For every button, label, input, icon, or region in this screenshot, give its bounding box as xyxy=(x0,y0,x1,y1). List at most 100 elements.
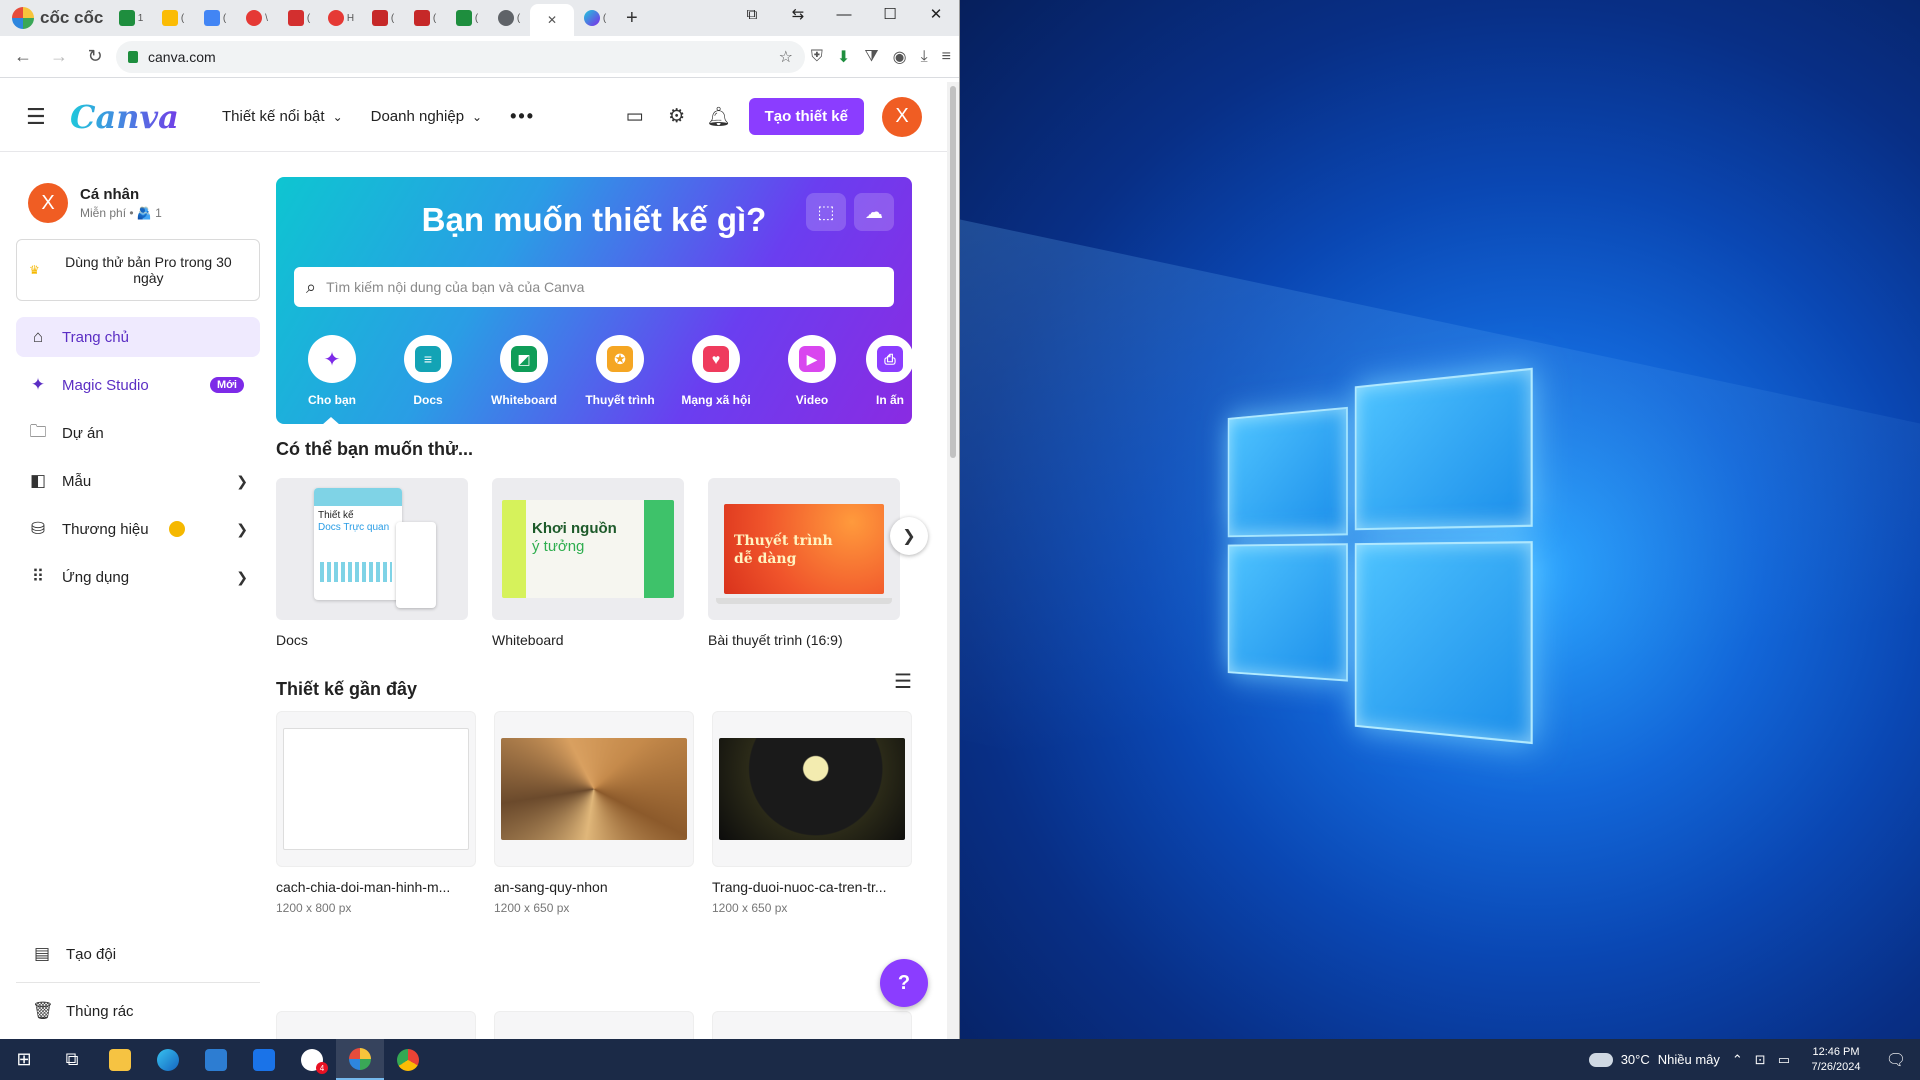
category-circle: ▶ xyxy=(788,335,836,383)
start-windows-icon[interactable]: ⊞ xyxy=(0,1039,48,1080)
menu-icon[interactable]: ≡ xyxy=(942,48,951,66)
category-presentation[interactable]: ✪ Thuyết trình xyxy=(572,335,668,407)
store-icon[interactable] xyxy=(192,1039,240,1080)
suggest-card-whiteboard[interactable]: Khơi nguồn ý tưởng Whiteboard xyxy=(492,478,684,648)
weather-temp: 30°C xyxy=(1621,1052,1650,1067)
clock[interactable]: 12:46 PM 7/26/2024 xyxy=(1802,1045,1870,1075)
browser-tab-active[interactable]: ✕ xyxy=(530,4,574,36)
suggest-card-docs[interactable]: Thiết kế Docs Trực quan Docs xyxy=(276,478,468,648)
nav-featured[interactable]: Thiết kế nổi bật ⌄ xyxy=(222,108,343,125)
browser-tab[interactable]: ( xyxy=(446,5,488,31)
desktop-app-icon[interactable]: ▭ xyxy=(623,105,647,129)
url-field[interactable]: canva.com ☆ xyxy=(116,41,805,73)
sidebar-item-projects[interactable]: 🗀 Dự án xyxy=(16,413,260,453)
sheets-icon xyxy=(119,10,135,26)
recent-design-card-partial[interactable] xyxy=(494,1011,694,1039)
sidebar-item-apps[interactable]: ⠿ Ứng dụng ❯ xyxy=(16,557,260,597)
sidebar-item-magic-studio[interactable]: ✦ Magic Studio Mới xyxy=(16,365,260,405)
pro-trial-button[interactable]: ♛ Dùng thử bản Pro trong 30 ngày xyxy=(16,239,260,301)
forward-icon[interactable]: → xyxy=(44,42,74,72)
category-print[interactable]: ⎙ In ấn xyxy=(860,335,920,407)
nav-business[interactable]: Doanh nghiệp ⌄ xyxy=(371,108,482,125)
weather-widget[interactable]: 30°C Nhiều mây xyxy=(1589,1052,1720,1067)
browser-tab[interactable]: ( xyxy=(194,5,236,31)
recent-design-card-partial[interactable] xyxy=(712,1011,912,1039)
gear-icon[interactable]: ⚙ xyxy=(665,105,689,129)
category-docs[interactable]: ≡ Docs xyxy=(380,335,476,407)
minimize-icon[interactable]: — xyxy=(821,0,867,28)
hamburger-menu-icon[interactable]: ☰ xyxy=(26,104,56,130)
new-tab-icon[interactable]: + xyxy=(626,7,638,30)
recent-design-card[interactable]: an-sang-quy-nhon 1200 x 650 px xyxy=(494,711,694,915)
category-whiteboard[interactable]: ◩ Whiteboard xyxy=(476,335,572,407)
bell-icon[interactable]: 🔔︎ xyxy=(707,105,731,129)
custom-size-icon[interactable]: ⬚ xyxy=(806,193,846,231)
network-icon[interactable]: ⊡ xyxy=(1755,1052,1766,1068)
recent-design-card[interactable]: Trang-duoi-nuoc-ca-tren-tr... 1200 x 650… xyxy=(712,711,912,915)
task-view-icon[interactable]: ⧉ xyxy=(48,1039,96,1080)
bookmark-star-icon[interactable]: ☆ xyxy=(779,47,793,67)
list-view-icon[interactable]: ☰ xyxy=(894,669,912,694)
dtv-icon xyxy=(414,10,430,26)
profile-icon[interactable]: ◉ xyxy=(893,47,907,67)
tab-search-icon[interactable]: ⧉ xyxy=(729,0,775,28)
page-scrollbar[interactable] xyxy=(947,82,959,1039)
upload-cloud-icon[interactable]: ☁ xyxy=(854,193,894,231)
category-social[interactable]: ♥ Mạng xã hội xyxy=(668,335,764,407)
category-video[interactable]: ▶ Video xyxy=(764,335,860,407)
display-icon[interactable]: ▭ xyxy=(1778,1052,1790,1068)
extensions-puzzle-icon[interactable]: ⧩ xyxy=(864,48,878,66)
lock-icon xyxy=(128,51,138,63)
chevron-up-icon[interactable]: ⌃ xyxy=(1732,1052,1743,1068)
category-for-you[interactable]: ✦ Cho bạn xyxy=(284,335,380,407)
shield-extension-icon[interactable]: ⛨ xyxy=(811,48,823,66)
browser-tab[interactable]: H xyxy=(320,5,362,31)
recent-design-card[interactable]: cach-chia-doi-man-hinh-m... 1200 x 800 p… xyxy=(276,711,476,915)
recent-design-title: an-sang-quy-nhon xyxy=(494,879,694,895)
mail-shape xyxy=(253,1049,275,1071)
back-icon[interactable]: ← xyxy=(8,42,38,72)
profile-block[interactable]: X Cá nhân Miễn phí • 🫂 1 xyxy=(0,153,276,223)
close-window-icon[interactable]: ✕ xyxy=(913,0,959,28)
browser-tab[interactable]: ( xyxy=(574,5,616,31)
browser-window: cốc cốc 1 ( ( \ ( H ( ( ( ( ✕ ( + ⧉ ⇆ — … xyxy=(0,0,960,1039)
sync-icon[interactable]: ⇆ xyxy=(775,0,821,28)
recent-design-card-partial[interactable] xyxy=(276,1011,476,1039)
sidebar-item-brand[interactable]: ⛁ Thương hiệu ❯ xyxy=(16,509,260,549)
coccoc-brand[interactable]: cốc cốc xyxy=(0,7,110,29)
close-tab-icon[interactable]: ✕ xyxy=(547,13,557,27)
suggest-card-presentation[interactable]: Thuyết trình dễ dàng Bài thuyết trình (16… xyxy=(708,478,900,648)
sidebar-item-create-team[interactable]: ▤ Tạo đội xyxy=(16,934,260,974)
help-button[interactable]: ? xyxy=(880,959,928,1007)
browser-tab[interactable]: 1 xyxy=(110,5,152,31)
edge-browser-icon[interactable] xyxy=(144,1039,192,1080)
maximize-icon[interactable]: ☐ xyxy=(867,0,913,28)
carousel-next-icon[interactable]: ❯ xyxy=(890,517,928,555)
scrollbar-thumb[interactable] xyxy=(950,86,956,458)
coccoc-taskbar-icon[interactable] xyxy=(336,1039,384,1080)
browser-tab[interactable]: ( xyxy=(362,5,404,31)
sidebar-item-templates[interactable]: ◧ Mẫu ❯ xyxy=(16,461,260,501)
presentation-art-line: dễ dàng xyxy=(734,551,796,567)
mail-icon[interactable] xyxy=(240,1039,288,1080)
download-green-icon[interactable]: ⬇ xyxy=(837,47,850,67)
create-design-button[interactable]: Tạo thiết kế xyxy=(749,98,864,135)
browser-tab[interactable]: \ xyxy=(236,5,278,31)
user-avatar[interactable]: X xyxy=(882,97,922,137)
search-input[interactable]: ⌕ Tìm kiếm nội dung của bạn và của Canva xyxy=(294,267,894,307)
whiteboard-art-line: Khơi nguồn xyxy=(532,520,617,537)
canva-logo[interactable]: Canva xyxy=(70,98,194,136)
chrome-icon[interactable] xyxy=(384,1039,432,1080)
file-explorer-icon[interactable] xyxy=(96,1039,144,1080)
browser-tab[interactable]: ( xyxy=(404,5,446,31)
zalo-icon[interactable]: 4 xyxy=(288,1039,336,1080)
browser-tab[interactable]: ( xyxy=(152,5,194,31)
downloads-icon[interactable]: ⤓ xyxy=(921,48,928,66)
reload-icon[interactable]: ↻ xyxy=(80,42,110,72)
browser-tab[interactable]: ( xyxy=(488,5,530,31)
sidebar-item-trash[interactable]: 🗑 Thùng rác xyxy=(16,991,260,1031)
more-options-icon[interactable]: ••• xyxy=(510,106,535,127)
browser-tab[interactable]: ( xyxy=(278,5,320,31)
notification-center-icon[interactable]: 🗨 xyxy=(1882,1046,1910,1074)
sidebar-item-home[interactable]: ⌂ Trang chủ xyxy=(16,317,260,357)
